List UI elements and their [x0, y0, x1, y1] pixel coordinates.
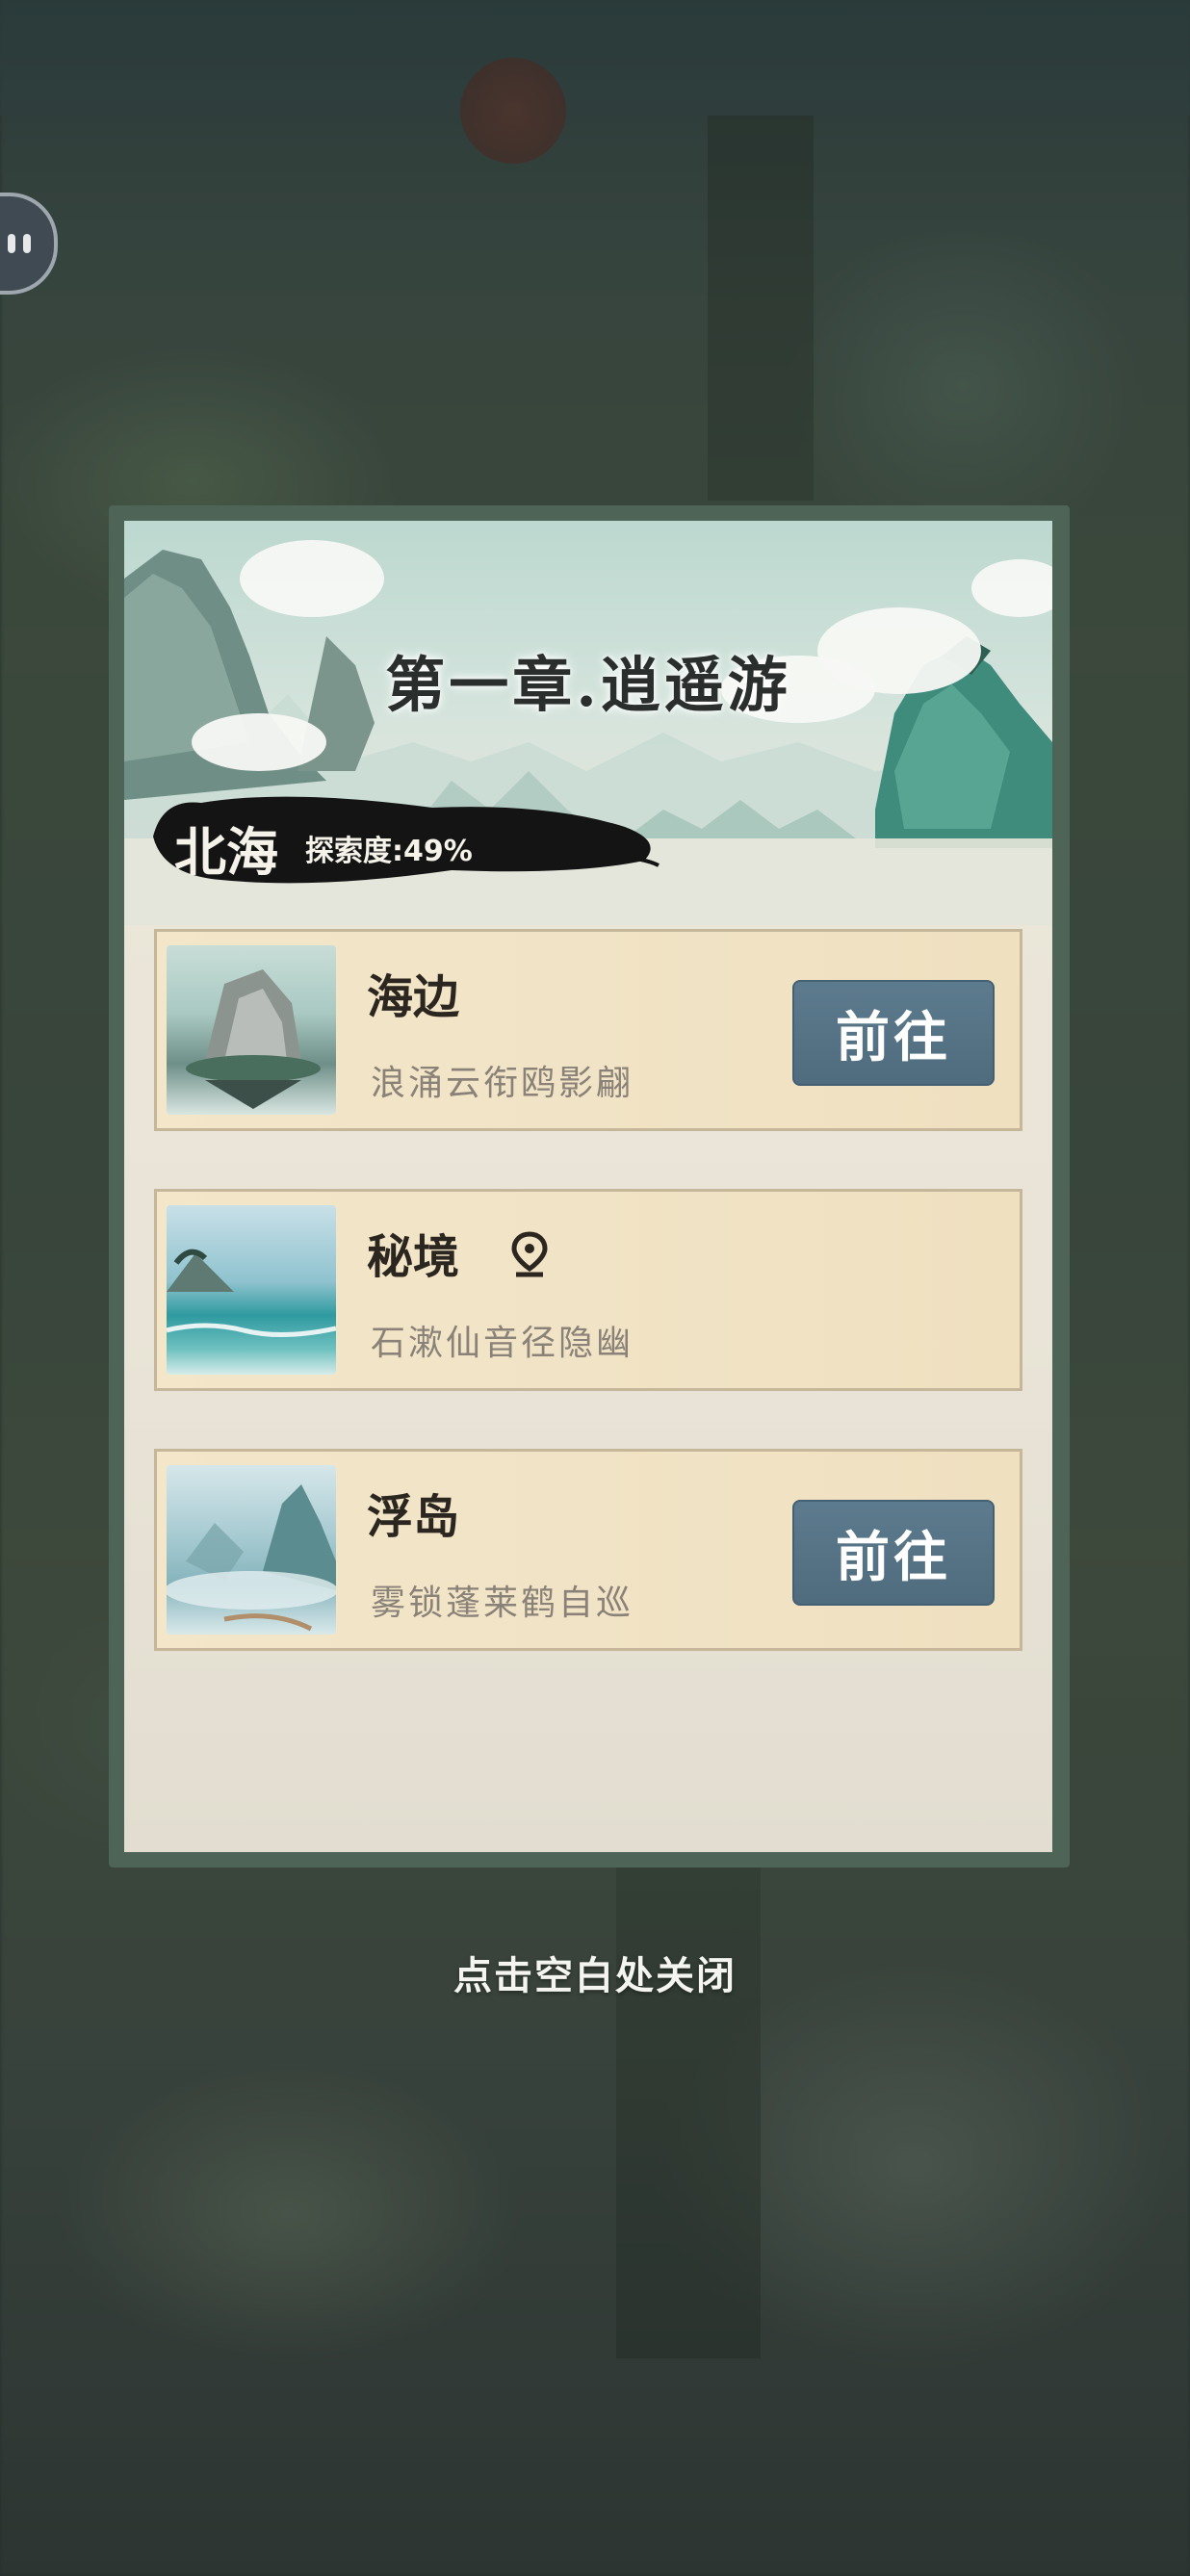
chapter-header: 第一章.逍遥游 北海 探索度:49%: [124, 521, 1052, 925]
go-button[interactable]: 前往: [792, 980, 995, 1086]
location-card-mijing[interactable]: 秘境 石漱仙音径隐幽: [154, 1189, 1022, 1391]
close-hint: 点击空白处关闭: [453, 1954, 737, 1998]
chat-face-icon: [8, 234, 15, 253]
exploration-progress: 探索度:49%: [305, 835, 473, 868]
location-subtitle: 雾锁蓬莱鹤自巡: [371, 1584, 634, 1623]
location-name: 浮岛: [367, 1490, 460, 1544]
location-thumbnail: [167, 1465, 336, 1635]
location-name: 秘境: [367, 1230, 460, 1284]
location-pin-icon: [511, 1231, 548, 1277]
go-button[interactable]: 前往: [792, 1500, 995, 1606]
region-name: 北海: [174, 822, 278, 883]
location-card-fudao[interactable]: 浮岛 雾锁蓬莱鹤自巡 前往: [154, 1449, 1022, 1651]
location-name: 海边: [367, 970, 460, 1024]
location-thumbnail: [167, 1205, 336, 1375]
location-subtitle: 石漱仙音径隐幽: [371, 1324, 634, 1363]
cloud-decoration: [240, 540, 384, 617]
chapter-panel: 第一章.逍遥游 北海 探索度:49% 海边 浪涌云衔鸥影翩 前往 秘境 石漱仙音…: [109, 505, 1070, 1868]
location-subtitle: 浪涌云衔鸥影翩: [371, 1064, 634, 1103]
location-thumbnail: [167, 945, 336, 1115]
chapter-title: 第一章.逍遥游: [385, 650, 791, 720]
chapter-panel-inner: 第一章.逍遥游 北海 探索度:49% 海边 浪涌云衔鸥影翩 前往 秘境 石漱仙音…: [124, 521, 1052, 1852]
location-card-haibian[interactable]: 海边 浪涌云衔鸥影翩 前往: [154, 929, 1022, 1131]
